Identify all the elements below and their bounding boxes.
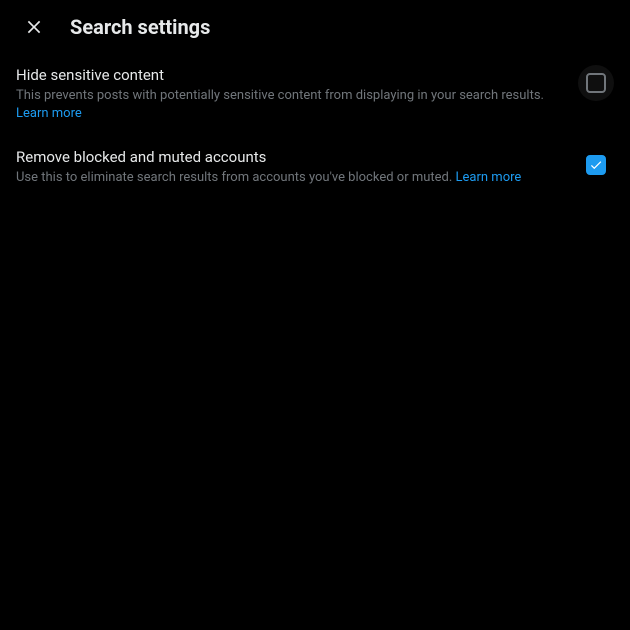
setting-text: Remove blocked and muted accounts Use th… xyxy=(16,147,578,187)
close-icon xyxy=(24,17,44,37)
settings-list: Hide sensitive content This prevents pos… xyxy=(0,53,630,199)
setting-title: Hide sensitive content xyxy=(16,65,566,85)
learn-more-link[interactable]: Learn more xyxy=(456,170,522,185)
modal-header: Search settings xyxy=(0,0,630,53)
setting-row: Hide sensitive content This prevents pos… xyxy=(16,65,614,123)
hide-sensitive-checkbox[interactable] xyxy=(578,65,614,101)
close-button[interactable] xyxy=(16,9,52,45)
learn-more-link[interactable]: Learn more xyxy=(16,106,82,121)
remove-blocked-checkbox[interactable] xyxy=(578,147,614,183)
setting-desc-text: This prevents posts with potentially sen… xyxy=(16,88,544,103)
setting-desc-text: Use this to eliminate search results fro… xyxy=(16,170,456,185)
setting-description: Use this to eliminate search results fro… xyxy=(16,169,566,187)
setting-remove-blocked: Remove blocked and muted accounts Use th… xyxy=(0,135,630,199)
setting-hide-sensitive: Hide sensitive content This prevents pos… xyxy=(0,53,630,135)
checkbox-checked-icon xyxy=(586,155,606,175)
setting-text: Hide sensitive content This prevents pos… xyxy=(16,65,578,123)
setting-row: Remove blocked and muted accounts Use th… xyxy=(16,147,614,187)
page-title: Search settings xyxy=(70,15,210,39)
checkbox-unchecked-icon xyxy=(586,73,606,93)
setting-title: Remove blocked and muted accounts xyxy=(16,147,566,167)
setting-description: This prevents posts with potentially sen… xyxy=(16,87,566,123)
